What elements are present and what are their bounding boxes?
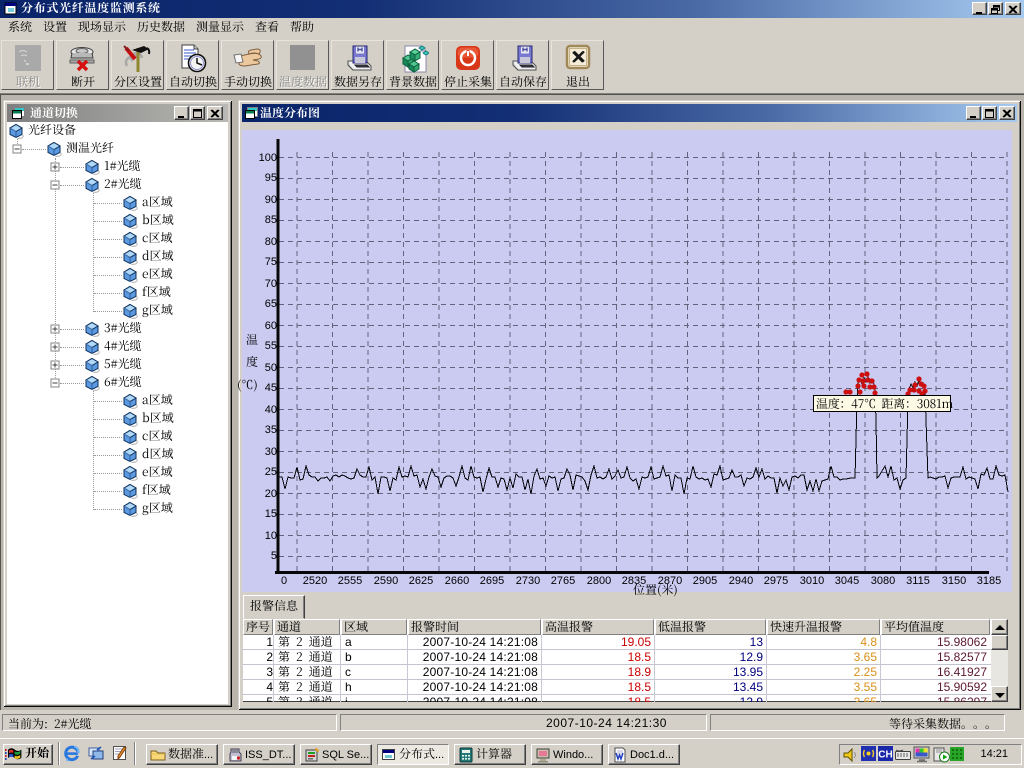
svg-text:CH: CH [878, 750, 892, 761]
